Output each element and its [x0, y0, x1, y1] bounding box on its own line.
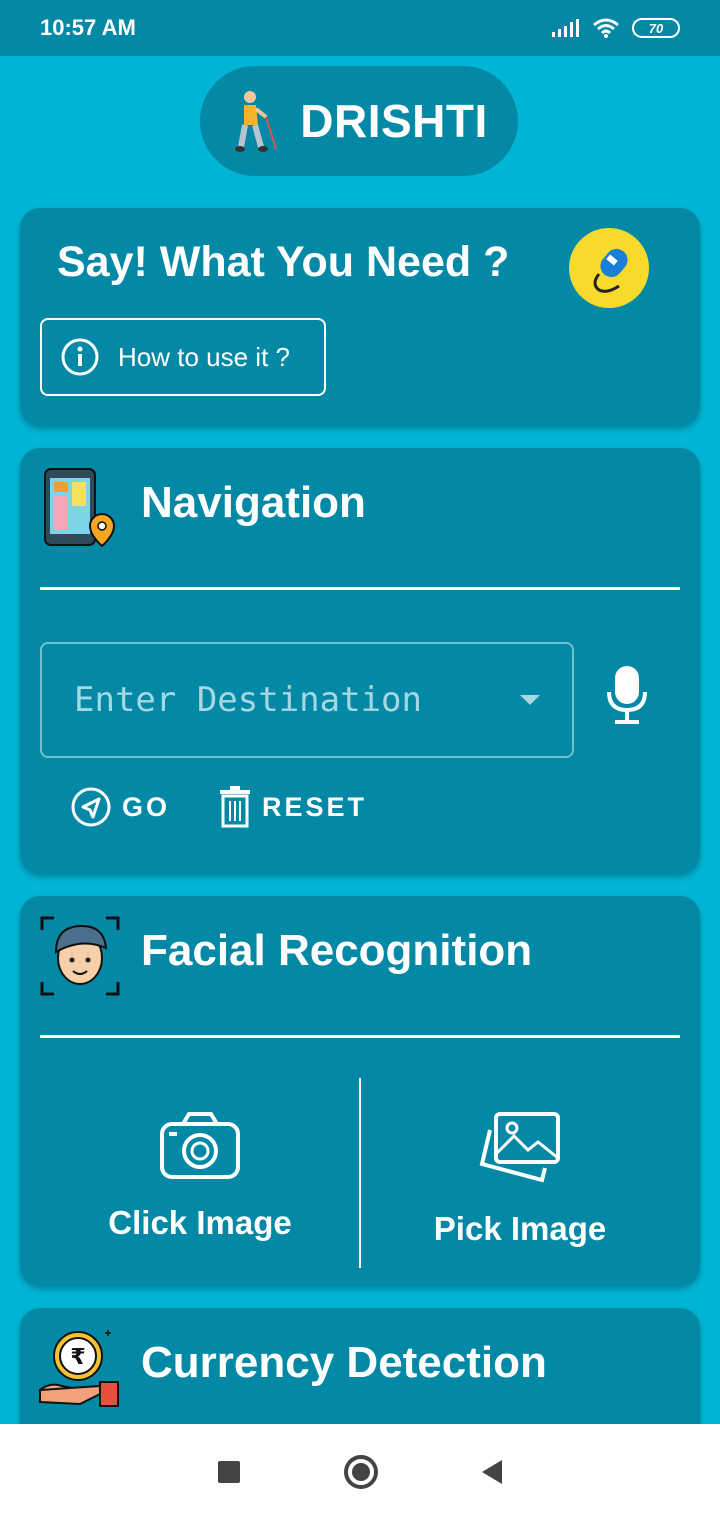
battery-icon: 70: [632, 18, 680, 38]
svg-text:₹: ₹: [70, 1345, 85, 1370]
voice-command-card: Say! What You Need ? How to use it ?: [20, 208, 700, 426]
back-button[interactable]: [482, 1460, 502, 1484]
voice-card-title: Say! What You Need ?: [57, 238, 510, 286]
signal-icon: [552, 19, 579, 37]
reset-label: RESET: [262, 791, 368, 822]
navigation-arrow-icon: [71, 787, 111, 827]
recents-button[interactable]: [218, 1461, 240, 1483]
currency-detection-title: Currency Detection: [141, 1338, 547, 1387]
camera-icon: [160, 1112, 240, 1179]
home-icon: [352, 1463, 370, 1481]
microphone-icon[interactable]: [605, 664, 649, 726]
face-scan-icon: [40, 916, 120, 996]
go-button[interactable]: GO: [70, 786, 170, 828]
destination-placeholder: Enter Destination: [74, 680, 422, 720]
home-button[interactable]: [344, 1455, 378, 1489]
status-icons: 70: [550, 17, 680, 39]
app-header: DRISHTI: [200, 66, 518, 176]
navigation-divider: [40, 587, 680, 590]
go-label: GO: [122, 791, 171, 822]
click-image-label: Click Image: [108, 1204, 292, 1241]
pick-image-label: Pick Image: [433, 1210, 607, 1247]
wifi-icon: [593, 18, 619, 38]
reset-button[interactable]: RESET: [218, 786, 367, 828]
trash-icon: [220, 786, 250, 828]
info-icon: [61, 338, 99, 376]
facial-divider: [40, 1035, 680, 1038]
status-time: 10:57 AM: [40, 15, 136, 40]
facial-recognition-card: Facial Recognition Click Image Pick Imag…: [20, 896, 700, 1286]
how-to-use-label: How to use it ?: [118, 341, 290, 372]
rupee-coin-hand-icon: ₹: [39, 1330, 119, 1407]
chevron-down-icon: [520, 695, 540, 705]
click-image-button[interactable]: Click Image: [35, 1110, 365, 1242]
facial-recognition-title: Facial Recognition: [141, 926, 533, 975]
system-navigation-bar: [0, 1424, 720, 1520]
battery-level: 70: [648, 20, 664, 36]
pick-image-button[interactable]: Pick Image: [355, 1110, 685, 1248]
microphone-icon[interactable]: [569, 228, 649, 308]
gallery-icon: [479, 1112, 560, 1183]
navigation-title: Navigation: [141, 478, 366, 527]
navigation-card: Navigation Enter Destination GO RESET: [20, 448, 700, 874]
map-phone-icon: [44, 468, 116, 548]
destination-dropdown[interactable]: Enter Destination: [40, 642, 574, 758]
how-to-use-button[interactable]: How to use it ?: [40, 318, 326, 396]
status-bar: 10:57 AM 70: [0, 0, 720, 56]
blind-person-with-cane-icon: [235, 91, 278, 152]
app-title: DRISHTI: [300, 95, 488, 147]
